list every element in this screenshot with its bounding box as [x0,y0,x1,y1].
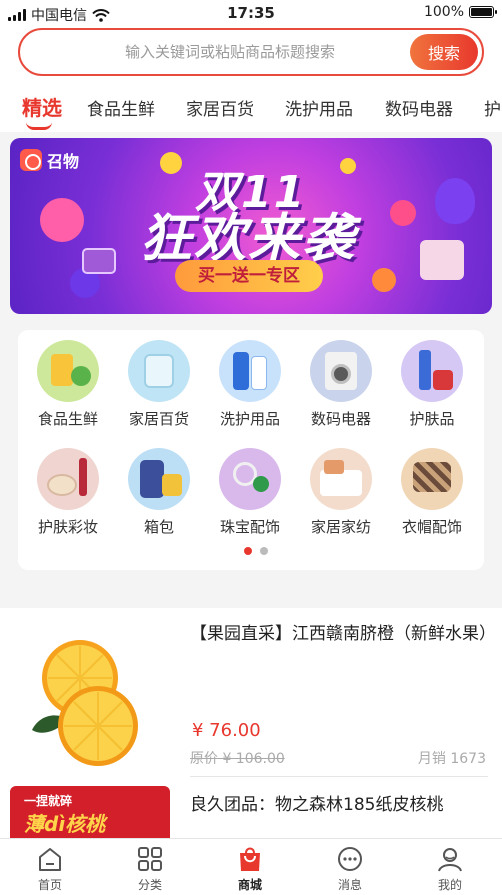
category-label: 箱包 [143,518,174,536]
product-list: 【果园直采】江西赣南脐橙（新鲜水果） ¥ 76.00 原价 ¥ 106.00 月… [0,608,502,838]
logo-icon [20,149,42,171]
search-bar: 搜索 [0,26,502,82]
category-grid: 食品生鲜 家居百货 洗护用品 数码电器 护肤品 护肤彩妆 箱包 珠宝配饰 家居家… [18,330,484,570]
category-makeup[interactable]: 护肤彩妆 [26,448,110,537]
ball-decoration [390,200,416,226]
tab-label: 我的 [437,878,462,892]
category-label: 珠宝配饰 [219,518,280,536]
status-bar-right: 100% [423,4,497,20]
category-label: 衣帽配饰 [401,518,462,536]
banner-logo: 召物 [20,148,79,172]
category-food-fresh[interactable]: 食品生鲜 [26,340,110,429]
product-image-caption: 一捏就碎 [24,794,73,808]
category-label: 数码电器 [310,410,371,428]
home-goods-icon [128,340,190,402]
shopping-bag-icon [240,847,260,871]
battery-icon [469,6,497,18]
product-image-walnut[interactable]: 一捏就碎 薄dì核桃 [10,786,170,838]
carousel-pager [244,547,268,555]
category-tabs: 精选 食品生鲜 家居百货 洗护用品 数码电器 护 [0,82,502,132]
product-price: ¥ 76.00 [192,720,261,741]
tab-wash-care[interactable]: 洗护用品 [285,95,353,120]
category-bedding[interactable]: 家居家纺 [299,448,383,537]
divider [190,776,488,777]
ball-decoration [372,268,396,292]
category-digital[interactable]: 数码电器 [299,340,383,429]
product-image-brand: 薄dì核桃 [24,812,106,836]
pager-dot[interactable] [260,547,268,555]
ball-decoration [160,152,182,174]
tab-label: 分类 [137,878,162,892]
skincare-icon [401,340,463,402]
search-button[interactable]: 搜索 [410,34,478,70]
tab-mall[interactable]: 商城 [220,845,280,893]
handbag-icon [420,240,464,280]
orange-image [32,640,138,766]
makeup-icon [37,448,99,510]
wash-care-icon [219,340,281,402]
category-label: 食品生鲜 [37,410,98,428]
category-label: 护肤彩妆 [37,518,98,536]
banner-logo-text: 召物 [47,152,80,171]
tab-digital[interactable]: 数码电器 [385,95,453,120]
tab-category[interactable]: 分类 [120,845,180,893]
luggage-icon [128,448,190,510]
scarf-icon [401,448,463,510]
tab-home[interactable]: 首页 [20,845,80,893]
product-original-price: 原价 ¥ 106.00 [190,751,285,767]
category-home-goods[interactable]: 家居百货 [117,340,201,429]
tab-messages[interactable]: 消息 [320,845,380,893]
camera-icon [82,248,116,274]
bedding-icon [310,448,372,510]
product-title[interactable]: 【果园直采】江西赣南脐橙（新鲜水果） [190,622,496,647]
category-label: 护肤品 [409,410,455,428]
category-jewelry[interactable]: 珠宝配饰 [208,448,292,537]
tab-skin-partial[interactable]: 护 [484,95,501,120]
balloon-decoration [40,198,84,242]
category-label: 家居百货 [128,410,189,428]
jewelry-icon [219,448,281,510]
active-tab-indicator [26,122,52,130]
banner-subtitle: 买一送一专区 [175,260,323,292]
status-bar: 中国电信 17:35 100% [0,0,502,26]
balloon-decoration [435,178,475,224]
category-label: 洗护用品 [219,410,280,428]
product-image-orange[interactable] [10,622,178,782]
category-grid-icon [138,847,162,871]
battery-percent: 100% [423,4,464,20]
food-icon [37,340,99,402]
tab-label: 首页 [37,878,62,892]
profile-icon [438,848,462,872]
bottom-tab-bar: 首页 分类 商城 消息 我的 [0,838,502,895]
product-title[interactable]: 良久团品：物之森林185纸皮核桃 [190,790,500,815]
promo-banner[interactable]: 召物 双11 狂欢来袭 买一送一专区 [10,138,492,314]
category-skincare[interactable]: 护肤品 [390,340,474,429]
pager-dot-active[interactable] [244,547,252,555]
category-apparel[interactable]: 衣帽配饰 [390,448,474,537]
search-input[interactable] [20,43,410,61]
tab-home-goods[interactable]: 家居百货 [186,95,254,120]
tab-label: 消息 [337,878,362,892]
message-icon [338,847,362,871]
appliance-icon [310,340,372,402]
ball-decoration [340,158,356,174]
tab-featured[interactable]: 精选 [22,92,62,121]
category-luggage[interactable]: 箱包 [117,448,201,537]
search-box: 搜索 [18,28,484,76]
tab-profile[interactable]: 我的 [420,845,480,893]
product-monthly-sales: 月销 1673 [417,751,486,767]
tab-food-fresh[interactable]: 食品生鲜 [87,95,155,120]
category-label: 家居家纺 [310,518,371,536]
tab-label: 商城 [237,878,262,892]
home-icon [39,848,61,871]
category-wash-care[interactable]: 洗护用品 [208,340,292,429]
